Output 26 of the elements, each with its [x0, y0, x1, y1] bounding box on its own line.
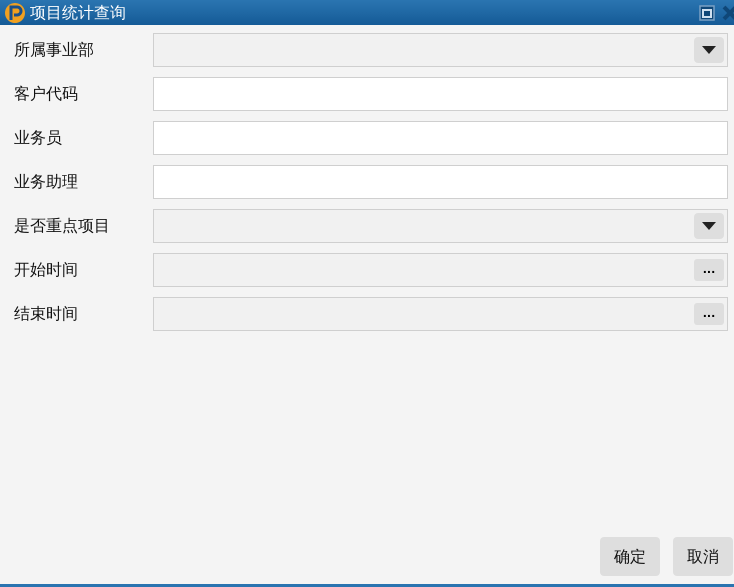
caret-icon [702, 46, 716, 54]
confirm-button[interactable]: 确定 [600, 537, 660, 576]
input-field[interactable] [153, 121, 728, 155]
close-icon[interactable] [722, 4, 734, 22]
dropdown-button[interactable] [694, 37, 724, 63]
picker-button[interactable]: ... [694, 303, 724, 325]
dropdown-button[interactable] [694, 213, 724, 239]
field-label: 客户代码 [14, 83, 79, 105]
field-label: 业务员 [14, 127, 63, 149]
cancel-button[interactable]: 取消 [673, 537, 733, 576]
maximize-icon[interactable] [698, 4, 716, 22]
field-label: 是否重点项目 [14, 215, 111, 237]
dropdown-field[interactable] [153, 209, 728, 243]
window-title: 项目统计查询 [30, 2, 126, 24]
date-field[interactable]: ... [153, 297, 728, 331]
app-logo-icon [4, 2, 26, 24]
caret-icon [702, 222, 716, 230]
input-field[interactable] [153, 77, 728, 111]
field-label: 业务助理 [14, 171, 79, 193]
field-label: 开始时间 [14, 259, 79, 281]
input-field[interactable] [153, 165, 728, 199]
dropdown-field[interactable] [153, 33, 728, 67]
field-label: 所属事业部 [14, 39, 95, 61]
date-field[interactable]: ... [153, 253, 728, 287]
picker-button[interactable]: ... [694, 259, 724, 281]
field-label: 结束时间 [14, 303, 79, 325]
